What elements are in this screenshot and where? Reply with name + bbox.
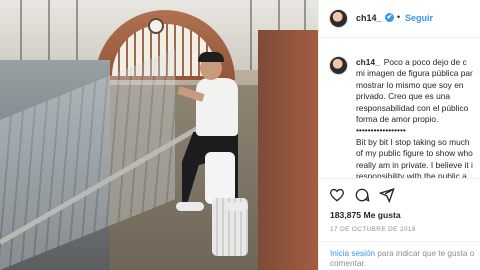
post-header: ch14_ ✔ • Seguir: [319, 0, 480, 38]
shoe: [224, 202, 248, 211]
login-prompt: Inicia sesión para indicar que te gusta …: [319, 241, 480, 269]
caption-english: Bit by bit I stop taking so much of my p…: [356, 136, 473, 178]
post-date: 17 DE OCTUBRE DE 2018: [330, 226, 416, 233]
caption-spanish: Poco a poco dejo de c mi imagen de figur…: [356, 57, 473, 136]
share-icon[interactable]: [379, 187, 395, 203]
avatar[interactable]: [329, 9, 348, 28]
separator-dot: •: [397, 12, 401, 22]
post-actions: 183,875 Me gusta 17 DE OCTUBRE DE 2018 I…: [319, 178, 480, 268]
station-clock: [148, 18, 164, 34]
caption-username[interactable]: ch14_: [356, 57, 380, 67]
comment-icon[interactable]: [354, 187, 370, 203]
shoe: [176, 202, 204, 211]
caption-area: ch14_ Poco a poco dejo de c mi imagen de …: [319, 38, 480, 178]
heart-icon[interactable]: [329, 187, 345, 203]
like-count[interactable]: 183,875 Me gusta: [330, 210, 401, 220]
verified-badge-icon: ✔: [385, 13, 394, 22]
shopping-bag: [205, 152, 235, 204]
login-link[interactable]: Inicia sesión: [330, 249, 375, 258]
follow-button[interactable]: Seguir: [405, 13, 433, 23]
person-cap: [198, 52, 224, 62]
caption-text: ch14_ Poco a poco dejo de c mi imagen de …: [356, 57, 480, 178]
post-side-panel: ch14_ ✔ • Seguir ch14_ Poco a poco dejo d…: [318, 0, 480, 270]
avatar[interactable]: [329, 56, 348, 75]
brick-wall: [258, 30, 318, 270]
person-torso: [196, 78, 238, 136]
post-photo[interactable]: [0, 0, 318, 270]
username-link[interactable]: ch14_: [356, 13, 382, 23]
